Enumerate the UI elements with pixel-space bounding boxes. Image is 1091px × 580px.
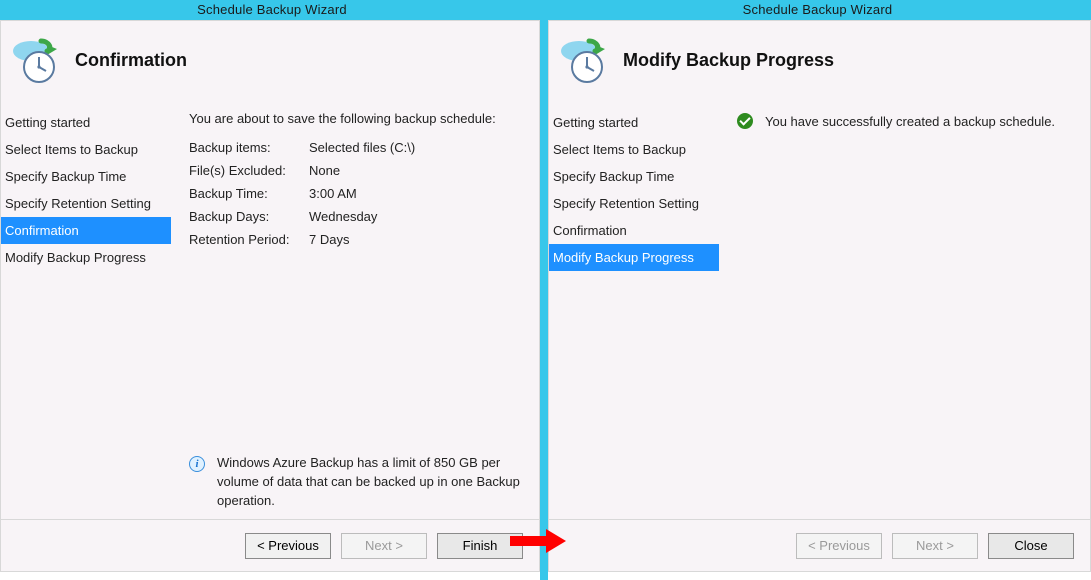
info-icon: i bbox=[189, 456, 205, 472]
success-text: You have successfully created a backup s… bbox=[765, 114, 1055, 129]
cloud-clock-icon bbox=[559, 35, 609, 85]
panel-header: Modify Backup Progress bbox=[549, 21, 1090, 105]
wizard-footer: < Previous Next > Finish bbox=[1, 519, 539, 571]
wizard-step[interactable]: Getting started bbox=[549, 109, 719, 136]
summary-table: Backup items:Selected files (C:\)File(s)… bbox=[189, 136, 425, 251]
summary-key: File(s) Excluded: bbox=[189, 159, 309, 182]
summary-row: Backup Days:Wednesday bbox=[189, 205, 425, 228]
next-button: Next > bbox=[341, 533, 427, 559]
wizard-step[interactable]: Modify Backup Progress bbox=[1, 244, 171, 271]
wizard-steps: Getting startedSelect Items to BackupSpe… bbox=[1, 105, 171, 525]
summary-value: None bbox=[309, 159, 425, 182]
summary-key: Backup items: bbox=[189, 136, 309, 159]
summary-value: 7 Days bbox=[309, 228, 425, 251]
info-text: Windows Azure Backup has a limit of 850 … bbox=[217, 454, 539, 511]
summary-value: 3:00 AM bbox=[309, 182, 425, 205]
content-area: You have successfully created a backup s… bbox=[719, 105, 1090, 525]
wizard-step[interactable]: Specify Backup Time bbox=[1, 163, 171, 190]
content-area: You are about to save the following back… bbox=[171, 105, 539, 525]
summary-row: File(s) Excluded:None bbox=[189, 159, 425, 182]
previous-button[interactable]: < Previous bbox=[245, 533, 331, 559]
summary-key: Backup Time: bbox=[189, 182, 309, 205]
panel-divider bbox=[540, 0, 548, 580]
wizard-step[interactable]: Getting started bbox=[1, 109, 171, 136]
summary-value: Wednesday bbox=[309, 205, 425, 228]
summary-value: Selected files (C:\) bbox=[309, 136, 425, 159]
summary-key: Retention Period: bbox=[189, 228, 309, 251]
wizard-step[interactable]: Select Items to Backup bbox=[549, 136, 719, 163]
wizard-step[interactable]: Specify Retention Setting bbox=[1, 190, 171, 217]
success-message: You have successfully created a backup s… bbox=[737, 113, 1076, 129]
title-bar-left: Schedule Backup Wizard bbox=[0, 0, 544, 20]
finish-button[interactable]: Finish bbox=[437, 533, 523, 559]
intro-text: You are about to save the following back… bbox=[189, 111, 525, 126]
wizard-step[interactable]: Confirmation bbox=[1, 217, 171, 244]
summary-row: Retention Period:7 Days bbox=[189, 228, 425, 251]
window-title: Schedule Backup Wizard bbox=[0, 0, 544, 20]
wizard-footer: < Previous Next > Close bbox=[549, 519, 1090, 571]
summary-key: Backup Days: bbox=[189, 205, 309, 228]
next-button: Next > bbox=[892, 533, 978, 559]
check-icon bbox=[737, 113, 753, 129]
wizard-step[interactable]: Specify Backup Time bbox=[549, 163, 719, 190]
wizard-step[interactable]: Select Items to Backup bbox=[1, 136, 171, 163]
wizard-steps: Getting startedSelect Items to BackupSpe… bbox=[549, 105, 719, 525]
wizard-step[interactable]: Specify Retention Setting bbox=[549, 190, 719, 217]
wizard-step[interactable]: Modify Backup Progress bbox=[549, 244, 719, 271]
close-button[interactable]: Close bbox=[988, 533, 1074, 559]
page-title: Confirmation bbox=[75, 50, 187, 71]
title-bar-right: Schedule Backup Wizard bbox=[544, 0, 1091, 20]
window-title: Schedule Backup Wizard bbox=[544, 0, 1091, 20]
panel-header: Confirmation bbox=[1, 21, 539, 105]
page-title: Modify Backup Progress bbox=[623, 50, 834, 71]
wizard-step[interactable]: Confirmation bbox=[549, 217, 719, 244]
wizard-panel-progress: Modify Backup Progress Getting startedSe… bbox=[548, 20, 1091, 572]
previous-button: < Previous bbox=[796, 533, 882, 559]
cloud-clock-icon bbox=[11, 35, 61, 85]
info-note: i Windows Azure Backup has a limit of 85… bbox=[189, 454, 539, 511]
summary-row: Backup items:Selected files (C:\) bbox=[189, 136, 425, 159]
summary-row: Backup Time:3:00 AM bbox=[189, 182, 425, 205]
wizard-panel-confirmation: Confirmation Getting startedSelect Items… bbox=[0, 20, 540, 572]
